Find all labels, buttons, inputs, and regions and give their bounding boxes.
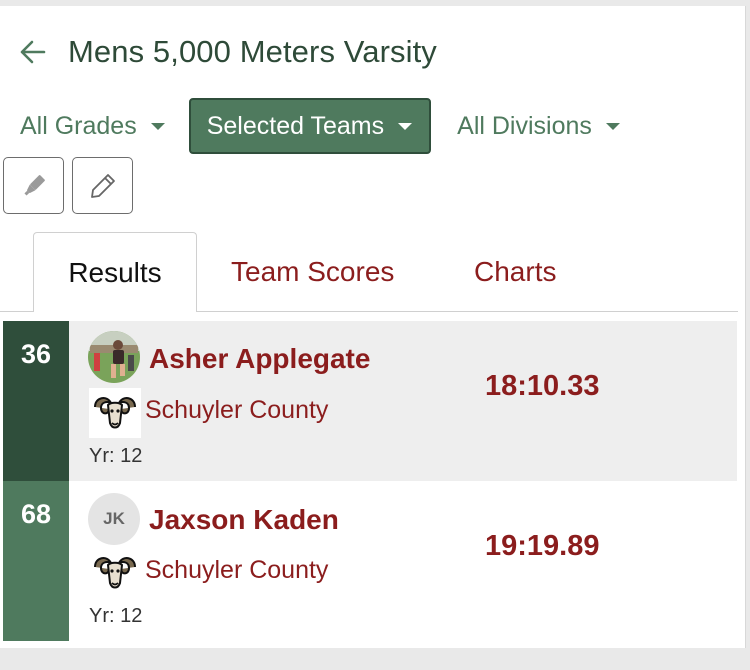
- result-row[interactable]: 68 JK Jaxson Kaden Schuyler County Yr: 1…: [3, 481, 737, 641]
- tab-charts-label: Charts: [474, 255, 557, 287]
- school-name[interactable]: Schuyler County: [145, 556, 328, 585]
- caret-down-icon: [605, 122, 620, 130]
- athlete-avatar: JK: [88, 493, 140, 545]
- filter-bar: All Grades Selected Teams All Divisions: [0, 98, 620, 154]
- grades-dropdown-label: All Grades: [20, 111, 137, 140]
- result-row[interactable]: 36 Asher Applegate Schuyler County Yr: 1…: [3, 321, 737, 481]
- page-title: Mens 5,000 Meters Varsity: [68, 34, 437, 69]
- grades-dropdown[interactable]: All Grades: [20, 112, 165, 141]
- athlete-year: Yr: 12: [89, 445, 143, 467]
- highlighter-icon: [23, 174, 45, 196]
- divisions-dropdown[interactable]: All Divisions: [457, 112, 620, 141]
- athlete-year: Yr: 12: [89, 605, 143, 627]
- place-badge: 68: [3, 481, 69, 641]
- results-panel: Mens 5,000 Meters Varsity All Grades Sel…: [0, 6, 746, 648]
- highlighter-button[interactable]: [3, 157, 64, 214]
- tab-results[interactable]: Results: [33, 232, 197, 312]
- school-name[interactable]: Schuyler County: [145, 396, 328, 425]
- toolbar: [3, 157, 141, 214]
- divisions-dropdown-label: All Divisions: [457, 111, 592, 140]
- pencil-icon: [90, 173, 115, 198]
- ram-logo-icon: [89, 388, 141, 438]
- teams-dropdown[interactable]: Selected Teams: [188, 98, 432, 154]
- tab-team-scores-label: Team Scores: [231, 255, 395, 287]
- tab-charts[interactable]: Charts: [474, 232, 556, 311]
- pencil-button[interactable]: [72, 157, 133, 214]
- caret-down-icon: [150, 122, 165, 130]
- tab-results-label: Results: [68, 256, 162, 288]
- teams-dropdown-label: Selected Teams: [206, 111, 385, 140]
- ram-logo-icon: [89, 548, 141, 598]
- caret-down-icon: [398, 122, 413, 130]
- result-time: 19:19.89: [485, 530, 600, 562]
- place-badge: 36: [3, 321, 69, 481]
- tab-team-scores[interactable]: Team Scores: [231, 232, 394, 311]
- athlete-name[interactable]: Asher Applegate: [149, 343, 370, 375]
- athlete-name[interactable]: Jaxson Kaden: [149, 504, 339, 536]
- result-time: 18:10.33: [485, 370, 600, 402]
- page-header: Mens 5,000 Meters Varsity: [18, 34, 437, 70]
- tab-bar: Results Team Scores Charts: [0, 232, 738, 312]
- arrow-left-icon[interactable]: [18, 37, 48, 67]
- athlete-avatar: [88, 331, 140, 383]
